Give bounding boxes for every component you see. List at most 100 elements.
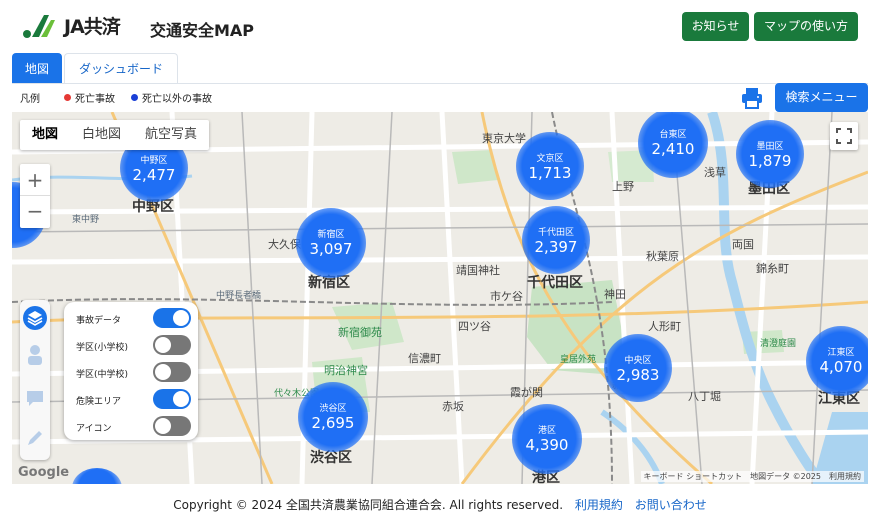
map-label: 靖国神社: [456, 264, 500, 277]
cluster-name: 千代田区: [537, 228, 574, 238]
cluster-marker[interactable]: 千代田区 2,397: [522, 206, 590, 274]
danger-area-toggle[interactable]: [153, 389, 191, 409]
map-label: 赤坂: [442, 400, 464, 413]
fatal-dot-icon: [64, 94, 71, 101]
cluster-name: 墨田区: [756, 142, 784, 152]
map-label: 市ケ谷: [490, 290, 523, 303]
cluster-marker[interactable]: 江東区 4,070: [806, 326, 868, 396]
map-label: 千代田区: [527, 275, 583, 291]
cluster-count: 2,695: [311, 414, 355, 432]
footer: Copyright © 2024 全国共済農業協同組合連合会. All righ…: [0, 496, 880, 513]
cluster-count: 1,879: [748, 152, 792, 170]
map-type-roadmap[interactable]: 地図: [20, 120, 70, 150]
map-type-control: 地図 白地図 航空写真: [20, 120, 210, 150]
map-label: 上野: [612, 180, 634, 193]
cluster-marker[interactable]: 墨田区 1,879: [736, 120, 804, 188]
elementary-school-toggle[interactable]: [153, 335, 191, 355]
cluster-marker[interactable]: 港区 4,390: [512, 404, 582, 474]
tab-map[interactable]: 地図: [12, 53, 63, 84]
map-attribution[interactable]: キーボード ショートカット 地図データ ©2025 利用規約: [640, 471, 864, 482]
view-tabs: 地図 ダッシュボード: [12, 53, 180, 84]
cluster-name: 中央区: [624, 356, 652, 366]
map-canvas[interactable]: 中野区 新宿区 千代田区 墨田区 江東区 渋谷区 港区 大久保 市ケ谷 四ツ谷 …: [12, 112, 868, 484]
map-label: 皇居外苑: [560, 355, 597, 365]
comment-icon[interactable]: [25, 388, 45, 408]
print-icon[interactable]: [740, 86, 764, 110]
cluster-count: 2,410: [651, 140, 695, 158]
fullscreen-icon[interactable]: [830, 122, 858, 150]
cluster-name: 台東区: [659, 130, 687, 140]
cluster-count: 2,983: [616, 366, 660, 384]
map-label: 中野長者橋: [216, 291, 262, 301]
map-label: 神田: [604, 288, 626, 301]
cluster-count: 4,390: [525, 436, 569, 454]
cluster-count: 4,070: [819, 358, 863, 376]
app-title: 交通安全MAP: [150, 21, 255, 40]
terms-link[interactable]: 利用規約: [575, 498, 623, 512]
map-type-satellite[interactable]: 航空写真: [133, 120, 209, 150]
cluster-name: 新宿区: [317, 230, 345, 240]
layer-row-icons: アイコン: [76, 416, 191, 436]
layer-label: 学区(小学校): [76, 343, 129, 353]
map-label: 四ツ谷: [458, 320, 491, 333]
cluster-count: 2,397: [534, 238, 578, 256]
cluster-count: 1,713: [528, 164, 572, 182]
cluster-count: 3,097: [309, 240, 353, 258]
contact-link[interactable]: お問い合わせ: [635, 498, 707, 512]
ja-logo-mark-icon: [22, 13, 62, 39]
cluster-marker[interactable]: 渋谷区 2,695: [298, 382, 368, 452]
howto-button[interactable]: マップの使い方: [754, 12, 858, 41]
person-icon[interactable]: [25, 344, 45, 366]
cluster-marker[interactable]: 中央区 2,983: [604, 334, 672, 402]
layer-row-danger: 危険エリア: [76, 389, 191, 409]
junior-high-toggle[interactable]: [153, 362, 191, 382]
cluster-count: 2,477: [132, 166, 176, 184]
layer-label: 事故データ: [76, 316, 122, 326]
cluster-name: 中野区: [140, 156, 168, 166]
news-button[interactable]: お知らせ: [682, 12, 749, 41]
tab-dashboard[interactable]: ダッシュボード: [64, 53, 179, 84]
cluster-name: 江東区: [827, 348, 855, 358]
map-label: 霞が関: [510, 386, 543, 399]
ja-logo[interactable]: JA共済: [22, 12, 121, 39]
legend-fatal: 死亡事故: [75, 94, 115, 105]
copyright: Copyright © 2024 全国共済農業協同組合連合会. All righ…: [173, 498, 564, 512]
layer-row-juniorhigh: 学区(中学校): [76, 362, 191, 382]
map-label: 東中野: [72, 215, 100, 225]
cluster-name: 港区: [537, 426, 556, 436]
map-type-blank[interactable]: 白地図: [70, 120, 133, 150]
legend: 凡例 死亡事故 死亡以外の事故: [20, 90, 212, 105]
pen-icon[interactable]: [25, 428, 45, 448]
map-label: 人形町: [648, 320, 681, 333]
tab-divider: [12, 83, 868, 84]
map-label: 浅草: [704, 166, 726, 179]
google-logo: Google: [18, 465, 70, 480]
layer-label: アイコン: [76, 424, 112, 434]
legend-label: 凡例: [20, 94, 40, 105]
accident-data-toggle[interactable]: [153, 308, 191, 328]
tool-sidebar: [20, 300, 50, 460]
layer-row-elementary: 学区(小学校): [76, 335, 191, 355]
search-menu-button[interactable]: 検索メニュー: [775, 83, 868, 112]
zoom-control: + −: [20, 164, 50, 228]
header: JA共済 交通安全MAP お知らせ マップの使い方: [0, 0, 880, 52]
nonfatal-dot-icon: [131, 94, 138, 101]
logo-text: JA共済: [64, 16, 121, 38]
cluster-marker[interactable]: 新宿区 3,097: [296, 208, 366, 278]
map-label: 信濃町: [408, 352, 441, 365]
zoom-in-button[interactable]: +: [20, 164, 50, 196]
map-label: 清澄庭園: [760, 339, 797, 349]
layer-label: 学区(中学校): [76, 370, 129, 380]
layers-icon[interactable]: [23, 306, 47, 330]
map-label: 八丁堀: [688, 390, 721, 403]
layer-label: 危険エリア: [76, 397, 122, 407]
icon-toggle[interactable]: [153, 416, 191, 436]
map-label: 錦糸町: [756, 262, 789, 275]
cluster-name: 渋谷区: [319, 404, 347, 414]
map-label: 両国: [732, 238, 754, 251]
map-label: 東京大学: [482, 132, 526, 145]
zoom-out-button[interactable]: −: [20, 196, 50, 228]
layer-panel: 事故データ 学区(小学校) 学区(中学校) 危険エリア アイコン: [64, 302, 198, 440]
cluster-marker[interactable]: 文京区 1,713: [516, 132, 584, 200]
map-label: 明治神宮: [324, 364, 368, 377]
